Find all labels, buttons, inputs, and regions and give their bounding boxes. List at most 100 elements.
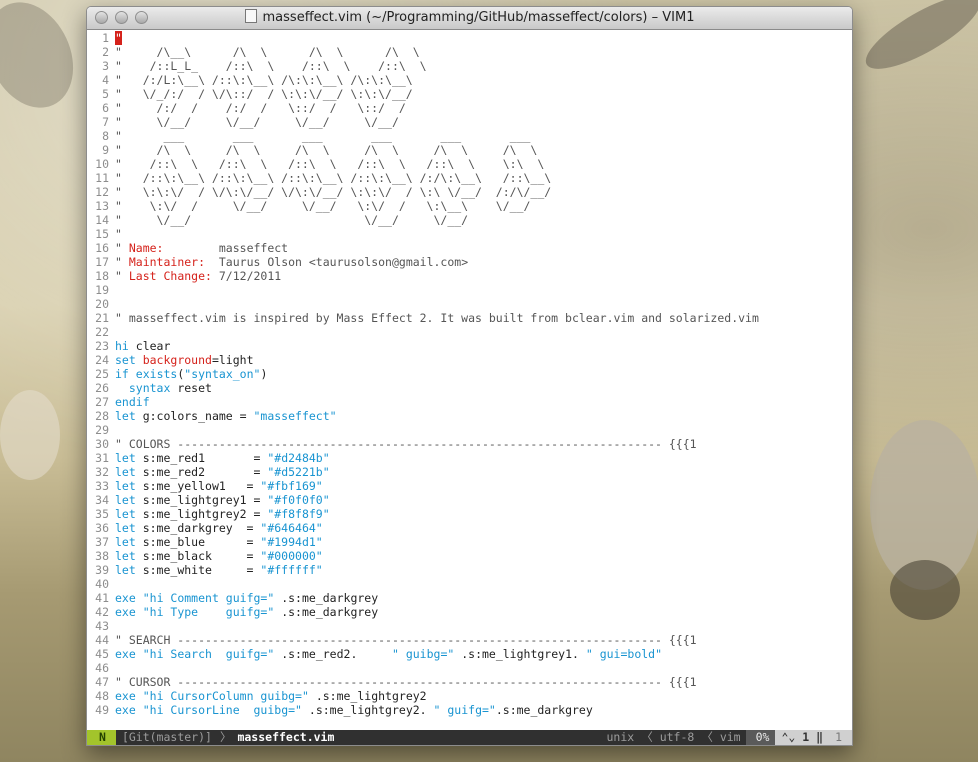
code-token: " guibg=" (391, 647, 455, 661)
code-line[interactable]: 4 " /:/L:\__\ /::\:\__\ /\:\:\__\ /\:\:\_… (87, 73, 852, 87)
code-token: let (115, 409, 136, 423)
code-token: masseffect (163, 241, 289, 255)
code-line[interactable]: 29 (87, 423, 852, 437)
code-line[interactable]: 30 " COLORS -----------------------------… (87, 437, 852, 451)
code-line[interactable]: 16 " Name: masseffect (87, 241, 852, 255)
code-line[interactable]: 39 let s:me_white = "#ffffff" (87, 563, 852, 577)
column-separator-icon: ‖ (816, 730, 824, 744)
code-token: let (115, 451, 136, 465)
code-line[interactable]: 27 endif (87, 395, 852, 409)
code-line[interactable]: 35 let s:me_lightgrey2 = "#f8f8f9" (87, 507, 852, 521)
code-text: " /::L_L_ /::\ \ /::\ \ /::\ \ (115, 59, 427, 73)
code-line[interactable]: 28 let g:colors_name = "masseffect" (87, 409, 852, 423)
code-text: " /\ \ /\ \ /\ \ /\ \ /\ \ /\ \ (115, 143, 537, 157)
line-number: 3 (102, 59, 109, 73)
mode-indicator: N (87, 730, 116, 745)
code-text: " Maintainer: Taurus Olson <taurusolson@… (115, 255, 468, 269)
document-icon (244, 9, 257, 23)
code-line[interactable]: 1 " (87, 31, 852, 45)
title-bar[interactable]: masseffect.vim (~/Programming/GitHub/mas… (87, 7, 852, 30)
code-text: syntax reset (115, 381, 212, 395)
code-line[interactable]: 11 " /::\:\__\ /::\:\__\ /::\:\__\ /::\:\… (87, 171, 852, 185)
code-token: 7/12/2011 (211, 269, 282, 283)
code-token: background (135, 353, 212, 367)
line-number: 31 (95, 451, 109, 465)
code-line[interactable]: 15 " (87, 227, 852, 241)
code-line[interactable]: 34 let s:me_lightgrey1 = "#f0f0f0" (87, 493, 852, 507)
code-line[interactable]: 31 let s:me_red1 = "#d2484b" (87, 451, 852, 465)
code-token: .s:me_lightgrey1. (454, 647, 586, 661)
line-number: 17 (95, 255, 109, 269)
editor-buffer[interactable]: 1 " 2 " /\__\ /\ \ /\ \ /\ \ 3 " /::L_L_ /::\… (87, 30, 852, 730)
code-line[interactable]: 48 exe "hi CursorColumn guibg=" .s:me_lig… (87, 689, 852, 703)
code-token: let (115, 549, 136, 563)
code-line[interactable]: 44 " SEARCH -----------------------------… (87, 633, 852, 647)
code-token: Name: (128, 241, 164, 255)
line-number: 44 (95, 633, 109, 647)
code-line[interactable]: 26 syntax reset (87, 381, 852, 395)
code-token: exe (115, 689, 136, 703)
code-line[interactable]: 38 let s:me_black = "#000000" (87, 549, 852, 563)
code-line[interactable]: 12 " \:\:\/ / \/\:\/__/ \/\:\/__/ \:\:\/ … (87, 185, 852, 199)
code-line[interactable]: 40 (87, 577, 852, 591)
code-token: exe (115, 647, 136, 661)
code-line[interactable]: 14 " \/__/ \/__/ \/__/ (87, 213, 852, 227)
code-token: s:me_red1 = (135, 451, 268, 465)
code-line[interactable]: 20 (87, 297, 852, 311)
code-token: " \/_/:/ / \/\::/ / \:\:\/__/ \:\:\/__/ (115, 87, 413, 101)
code-line[interactable]: 46 (87, 661, 852, 675)
code-line[interactable]: 17 " Maintainer: Taurus Olson <taurusolso… (87, 255, 852, 269)
line-number: 4 (102, 73, 109, 87)
code-line[interactable]: 33 let s:me_yellow1 = "#fbf169" (87, 479, 852, 493)
code-line[interactable]: 3 " /::L_L_ /::\ \ /::\ \ /::\ \ (87, 59, 852, 73)
code-line[interactable]: 25 if exists("syntax_on") (87, 367, 852, 381)
code-token: " (115, 241, 129, 255)
code-line[interactable]: 7 " \/__/ \/__/ \/__/ \/__/ (87, 115, 852, 129)
line-number: 7 (102, 115, 109, 129)
line-number: 41 (95, 591, 109, 605)
code-token: " CURSOR -------------------------------… (115, 675, 697, 689)
code-line[interactable]: 41 exe "hi Comment guifg=" .s:me_darkgrey (87, 591, 852, 605)
code-token: exe (115, 605, 136, 619)
code-text: let s:me_red1 = "#d2484b" (115, 451, 330, 465)
code-line[interactable]: 49 exe "hi CursorLine guibg=" .s:me_light… (87, 703, 852, 717)
code-token: s:me_yellow1 = (135, 479, 261, 493)
code-token: .s:me_darkgrey (274, 605, 379, 619)
code-line[interactable]: 23 hi clear (87, 339, 852, 353)
code-line[interactable]: 8 " ___ ___ ___ ___ ___ ___ (87, 129, 852, 143)
code-token: .s:me_darkgrey (495, 703, 593, 717)
code-line[interactable]: 5 " \/_/:/ / \/\::/ / \:\:\/__/ \:\:\/__/ (87, 87, 852, 101)
code-text: let s:me_lightgrey1 = "#f0f0f0" (115, 493, 330, 507)
code-line[interactable]: 2 " /\__\ /\ \ /\ \ /\ \ (87, 45, 852, 59)
line-number: 15 (95, 227, 109, 241)
code-line[interactable]: 24 set background=light (87, 353, 852, 367)
code-line[interactable]: 36 let s:me_darkgrey = "#646464" (87, 521, 852, 535)
code-line[interactable]: 37 let s:me_blue = "#1994d1" (87, 535, 852, 549)
code-line[interactable]: 18 " Last Change: 7/12/2011 (87, 269, 852, 283)
code-text: exe "hi CursorColumn guibg=" .s:me_light… (115, 689, 427, 703)
code-line[interactable]: 32 let s:me_red2 = "#d5221b" (87, 465, 852, 479)
line-number: 43 (95, 619, 109, 633)
code-text: let s:me_darkgrey = "#646464" (115, 521, 323, 535)
code-line[interactable]: 47 " CURSOR -----------------------------… (87, 675, 852, 689)
code-line[interactable]: 10 " /::\ \ /::\ \ /::\ \ /::\ \ /::\ \ \… (87, 157, 852, 171)
separator-icon: 〈 (701, 730, 713, 744)
code-line[interactable]: 43 (87, 619, 852, 633)
code-line[interactable]: 13 " \:\/ / \/__/ \/__/ \:\/ / \:\__\ \/_… (87, 199, 852, 213)
code-line[interactable]: 22 (87, 325, 852, 339)
line-number: 11 (95, 171, 109, 185)
line-number: 14 (95, 213, 109, 227)
code-line[interactable]: 45 exe "hi Search guifg=" .s:me_red2. " g… (87, 647, 852, 661)
code-token: " ___ ___ ___ ___ ___ ___ (115, 129, 531, 143)
code-line[interactable]: 42 exe "hi Type guifg=" .s:me_darkgrey (87, 605, 852, 619)
code-line[interactable]: 6 " /:/ / /:/ / \::/ / \::/ / (87, 101, 852, 115)
code-text: " \/__/ \/__/ \/__/ (115, 213, 468, 227)
code-text: exe "hi Search guifg=" .s:me_red2. " gui… (115, 647, 662, 661)
code-token: "hi Comment guifg=" (142, 591, 275, 605)
git-branch: [Git(master)] (121, 730, 212, 744)
code-line[interactable]: 9 " /\ \ /\ \ /\ \ /\ \ /\ \ /\ \ (87, 143, 852, 157)
code-line[interactable]: 19 (87, 283, 852, 297)
code-line[interactable]: 21 " masseffect.vim is inspired by Mass E… (87, 311, 852, 325)
code-token: endif (115, 395, 150, 409)
